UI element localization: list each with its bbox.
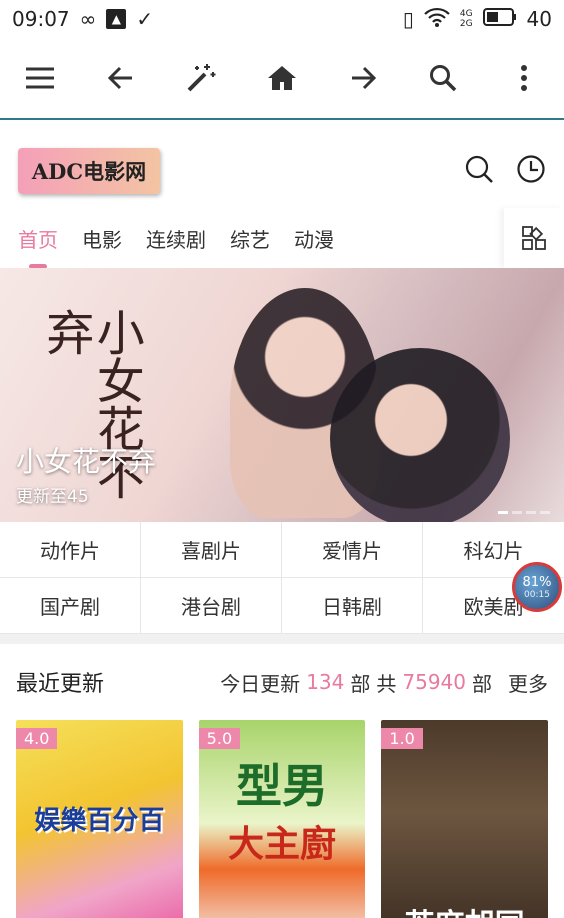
carousel-dot — [526, 511, 536, 514]
signal-icon: 4G 2G — [460, 9, 473, 29]
unit-label: 部 — [472, 671, 492, 696]
infinity-icon: ∞ — [79, 7, 97, 31]
site-search-icon[interactable] — [464, 154, 494, 188]
carousel-dot — [540, 511, 550, 514]
magic-wand-icon[interactable] — [177, 54, 225, 102]
unit-label: 部 — [350, 671, 371, 696]
more-link[interactable]: 更多 — [508, 668, 548, 697]
search-icon[interactable] — [419, 54, 467, 102]
upload-icon: ▲ — [106, 9, 127, 29]
site-logo[interactable]: ADC电影网 — [18, 148, 160, 194]
total-label: 共 — [376, 671, 397, 696]
carousel-dot — [512, 511, 522, 514]
app-header: ADC电影网 — [0, 134, 564, 208]
genre-action[interactable]: 动作片 — [0, 522, 141, 578]
back-arrow-icon[interactable] — [97, 54, 145, 102]
network-2g-label: 2G — [459, 19, 473, 29]
history-clock-icon[interactable] — [516, 154, 546, 188]
genre-romance[interactable]: 爱情片 — [282, 522, 423, 578]
browser-toolbar — [0, 38, 564, 120]
category-tabs: 首页 电影 连续剧 综艺 动漫 — [0, 208, 564, 268]
poster-title: 芝麻胡同 — [381, 900, 548, 918]
battery-level: 40 — [526, 7, 552, 31]
genre-grid: 动作片 喜剧片 爱情片 科幻片 国产剧 港台剧 日韩剧 欧美剧 81% 00:1… — [0, 522, 564, 644]
home-icon[interactable] — [258, 54, 306, 102]
banner-figure-actor — [330, 348, 510, 522]
clock: 09:07 — [12, 7, 70, 31]
poster-card[interactable]: 型男 大主廚 5.0 — [198, 720, 366, 918]
section-title: 最近更新 — [16, 672, 105, 697]
floating-time: 00:15 — [524, 589, 550, 600]
banner-title: 小女花不弃 — [16, 445, 157, 478]
update-stats: 今日更新 134 部 共 75940 部 更多 — [220, 668, 548, 697]
total-count: 75940 — [402, 670, 466, 694]
grid-menu-icon[interactable] — [504, 208, 564, 268]
score-badge: 5.0 — [198, 728, 241, 749]
carousel-indicator — [498, 511, 550, 514]
poster-title: 型男 — [236, 759, 328, 813]
more-vert-icon[interactable] — [500, 54, 548, 102]
poster-row: 娱樂百分百 4.0 型男 大主廚 5.0 芝麻胡同 1.0 — [0, 720, 564, 918]
genre-domestic-drama[interactable]: 国产剧 — [0, 578, 141, 634]
featured-banner[interactable]: 小女花不弃 小女花不弃 更新至45 — [0, 268, 564, 522]
tab-home[interactable]: 首页 — [18, 224, 58, 253]
vibrate-icon: ▯ — [402, 7, 414, 31]
status-bar: 09:07 ∞ ▲ ✓ ▯ 4G 2G 40 — [0, 0, 564, 38]
battery-icon — [482, 7, 517, 31]
menu-icon[interactable] — [16, 54, 64, 102]
score-badge: 1.0 — [381, 728, 423, 749]
floating-percent: 81% — [522, 574, 552, 590]
network-4g-label: 4G — [459, 9, 473, 19]
poster-card[interactable]: 娱樂百分百 4.0 — [16, 720, 183, 918]
tab-movies[interactable]: 电影 — [82, 224, 122, 253]
tab-series[interactable]: 连续剧 — [146, 224, 206, 253]
genre-comedy[interactable]: 喜剧片 — [141, 522, 282, 578]
genre-jp-kr-drama[interactable]: 日韩剧 — [282, 578, 423, 634]
tab-anime[interactable]: 动漫 — [294, 224, 334, 253]
floating-speed-widget[interactable]: 81% 00:15 — [512, 562, 562, 612]
poster-card[interactable]: 芝麻胡同 1.0 — [381, 720, 549, 918]
score-badge: 4.0 — [16, 728, 58, 749]
recent-updates-header: 最近更新 今日更新 134 部 共 75940 部 更多 — [0, 644, 564, 720]
carousel-dot — [498, 511, 508, 514]
genre-hk-tw-drama[interactable]: 港台剧 — [141, 578, 282, 634]
forward-arrow-icon[interactable] — [339, 54, 387, 102]
poster-title: 娱樂百分百 — [34, 806, 165, 836]
wifi-icon — [424, 7, 450, 32]
banner-subtitle: 更新至45 — [16, 487, 89, 507]
today-count: 134 — [306, 670, 345, 694]
check-circle-icon: ✓ — [136, 7, 154, 31]
poster-subtitle: 大主廚 — [228, 824, 337, 865]
today-label: 今日更新 — [220, 671, 301, 696]
tab-variety[interactable]: 综艺 — [230, 224, 270, 253]
